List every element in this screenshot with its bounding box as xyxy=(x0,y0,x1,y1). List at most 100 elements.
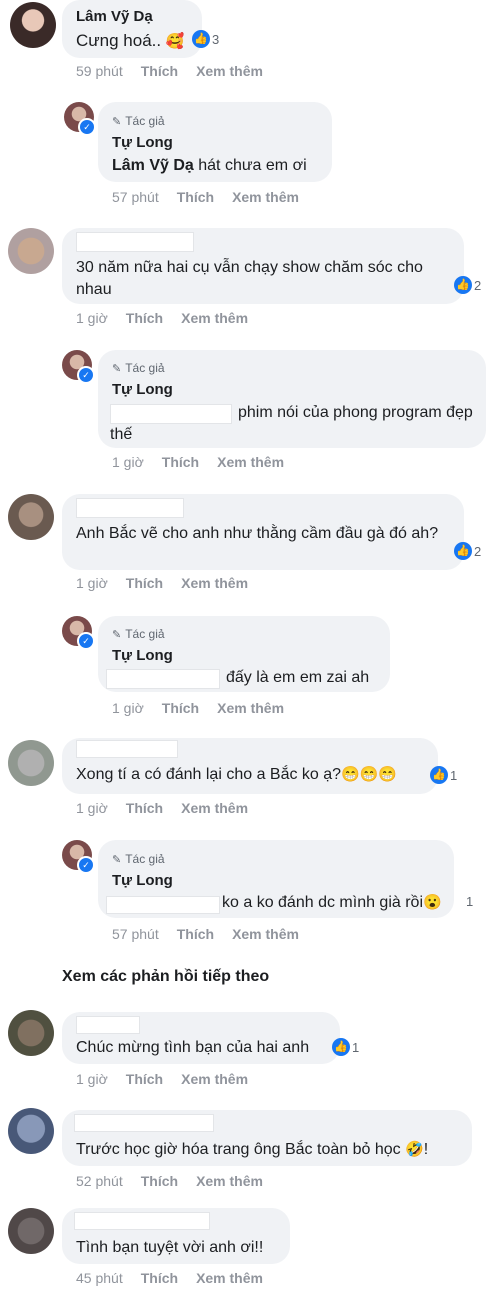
comment-text: Tình bạn tuyệt vời anh ơi!! xyxy=(76,1239,264,1256)
comment-text: Cưng hoá.. 🥰 xyxy=(76,30,185,53)
pencil-icon: ✎ xyxy=(112,116,122,128)
comment-text-body: Trước học giờ hóa trang ông Bắc toàn bỏ … xyxy=(76,1141,401,1158)
like-button[interactable]: Thích xyxy=(126,310,163,326)
avatar[interactable] xyxy=(8,494,54,540)
verified-icon: ✓ xyxy=(77,366,95,384)
reaction-count: 2 xyxy=(474,543,482,559)
comment-meta: 59 phút Thích Xem thêm xyxy=(76,63,281,79)
author-badge-label: Tác giả xyxy=(125,361,165,375)
redacted-name xyxy=(74,1212,210,1230)
like-icon: 👍 xyxy=(454,276,472,294)
comment-time: 1 giờ xyxy=(76,575,108,591)
reaction-count: 1 xyxy=(352,1039,360,1055)
like-button[interactable]: Thích xyxy=(141,1270,178,1286)
reaction-summary[interactable]: 1 xyxy=(466,894,473,909)
comment-text: Chúc mừng tình bạn của hai anh xyxy=(76,1039,310,1056)
reaction-summary[interactable]: 👍 1 xyxy=(332,1038,359,1056)
avatar[interactable] xyxy=(8,1208,54,1254)
comment-text-end: ! xyxy=(423,1141,429,1158)
see-more-button[interactable]: Xem thêm xyxy=(196,63,263,79)
see-more-button[interactable]: Xem thêm xyxy=(217,700,284,716)
comment-meta: 57 phút Thích Xem thêm xyxy=(112,926,317,942)
like-button[interactable]: Thích xyxy=(126,1071,163,1087)
like-button[interactable]: Thích xyxy=(141,63,178,79)
reaction-summary[interactable]: 👍 2 xyxy=(454,542,481,560)
comment-time: 57 phút xyxy=(112,926,159,942)
like-button[interactable]: Thích xyxy=(126,575,163,591)
comment-meta: 1 giờ Thích Xem thêm xyxy=(76,310,266,326)
see-more-button[interactable]: Xem thêm xyxy=(232,189,299,205)
comment-text-body: phim nói của phong program đẹp thế xyxy=(110,404,473,443)
like-button[interactable]: Thích xyxy=(162,700,199,716)
redacted-name xyxy=(76,498,184,518)
see-more-button[interactable]: Xem thêm xyxy=(181,800,248,816)
laugh-emoji-icon: 🤣 xyxy=(405,1141,424,1158)
commenter-name[interactable]: Tự Long xyxy=(112,134,173,151)
avatar[interactable] xyxy=(8,1010,54,1056)
pencil-icon: ✎ xyxy=(112,854,122,866)
see-more-button[interactable]: Xem thêm xyxy=(181,1071,248,1087)
redacted-name xyxy=(76,232,194,252)
verified-icon: ✓ xyxy=(77,632,95,650)
redacted-mention xyxy=(106,896,220,914)
like-button[interactable]: Thích xyxy=(141,1173,178,1189)
author-badge: ✎ Tác giả xyxy=(112,114,165,128)
see-more-button[interactable]: Xem thêm xyxy=(181,575,248,591)
like-icon: 👍 xyxy=(192,30,210,48)
reaction-count: 2 xyxy=(474,277,482,293)
see-more-button[interactable]: Xem thêm xyxy=(181,310,248,326)
see-more-button[interactable]: Xem thêm xyxy=(232,926,299,942)
see-more-button[interactable]: Xem thêm xyxy=(217,454,284,470)
see-more-button[interactable]: Xem thêm xyxy=(196,1173,263,1189)
avatar[interactable] xyxy=(8,1108,54,1154)
comment-text: phim nói của phong program đẹp thế xyxy=(110,402,480,446)
wow-emoji-icon: 😮 xyxy=(423,894,442,911)
author-badge: ✎ Tác giả xyxy=(112,852,165,866)
comment-meta: 1 giờ Thích Xem thêm xyxy=(112,454,302,470)
pencil-icon: ✎ xyxy=(112,363,122,375)
reaction-summary[interactable]: 👍 2 xyxy=(454,276,481,294)
like-button[interactable]: Thích xyxy=(126,800,163,816)
like-button[interactable]: Thích xyxy=(177,926,214,942)
comment-time: 57 phút xyxy=(112,189,159,205)
comment-time: 59 phút xyxy=(76,63,123,79)
comment-time: 1 giờ xyxy=(112,454,144,470)
reaction-summary[interactable]: 👍 3 xyxy=(192,30,219,48)
see-more-button[interactable]: Xem thêm xyxy=(196,1270,263,1286)
comment-meta: 1 giờ Thích Xem thêm xyxy=(76,800,266,816)
avatar[interactable] xyxy=(8,740,54,786)
comment-time: 52 phút xyxy=(76,1173,123,1189)
commenter-name[interactable]: Tự Long xyxy=(112,381,173,398)
reaction-count: 3 xyxy=(212,31,220,47)
comment-text: Anh Bắc vẽ cho anh như thằng cầm đầu gà … xyxy=(76,525,439,542)
like-button[interactable]: Thích xyxy=(162,454,199,470)
comment-meta: 57 phút Thích Xem thêm xyxy=(112,189,317,205)
comment-text-body: ko a ko đánh dc mình già rồi xyxy=(222,894,424,911)
commenter-name[interactable]: Tự Long xyxy=(112,872,173,889)
comment-meta: 1 giờ Thích Xem thêm xyxy=(76,1071,266,1087)
avatar[interactable] xyxy=(10,2,56,48)
comment-time: 45 phút xyxy=(76,1270,123,1286)
reaction-count: 1 xyxy=(466,894,474,909)
comment-text: Xong tí a có đánh lại cho a Bắc ko ạ?😁😁😁 xyxy=(76,764,397,786)
reaction-summary[interactable]: 👍 1 xyxy=(430,766,457,784)
reaction-count: 1 xyxy=(450,767,458,783)
commenter-name[interactable]: Tự Long xyxy=(112,647,173,664)
verified-icon: ✓ xyxy=(78,118,96,136)
author-badge: ✎ Tác giả xyxy=(112,361,165,375)
avatar[interactable] xyxy=(8,228,54,274)
commenter-name[interactable]: Lâm Vỹ Dạ xyxy=(76,8,153,25)
smiling-hearts-emoji-icon: 🥰 xyxy=(165,33,185,50)
author-badge-label: Tác giả xyxy=(125,852,165,866)
comment-time: 1 giờ xyxy=(76,800,108,816)
comment-meta: 1 giờ Thích Xem thêm xyxy=(112,700,302,716)
like-button[interactable]: Thích xyxy=(177,189,214,205)
mention-link[interactable]: Lâm Vỹ Dạ xyxy=(112,157,194,174)
comment-text-body: Xong tí a có đánh lại cho a Bắc ko ạ? xyxy=(76,766,342,783)
verified-icon: ✓ xyxy=(77,856,95,874)
like-icon: 👍 xyxy=(430,766,448,784)
see-more-replies-link[interactable]: Xem các phản hồi tiếp theo xyxy=(62,968,269,986)
comment-meta: 52 phút Thích Xem thêm xyxy=(76,1173,281,1189)
author-badge-label: Tác giả xyxy=(125,627,165,641)
author-badge: ✎ Tác giả xyxy=(112,627,165,641)
